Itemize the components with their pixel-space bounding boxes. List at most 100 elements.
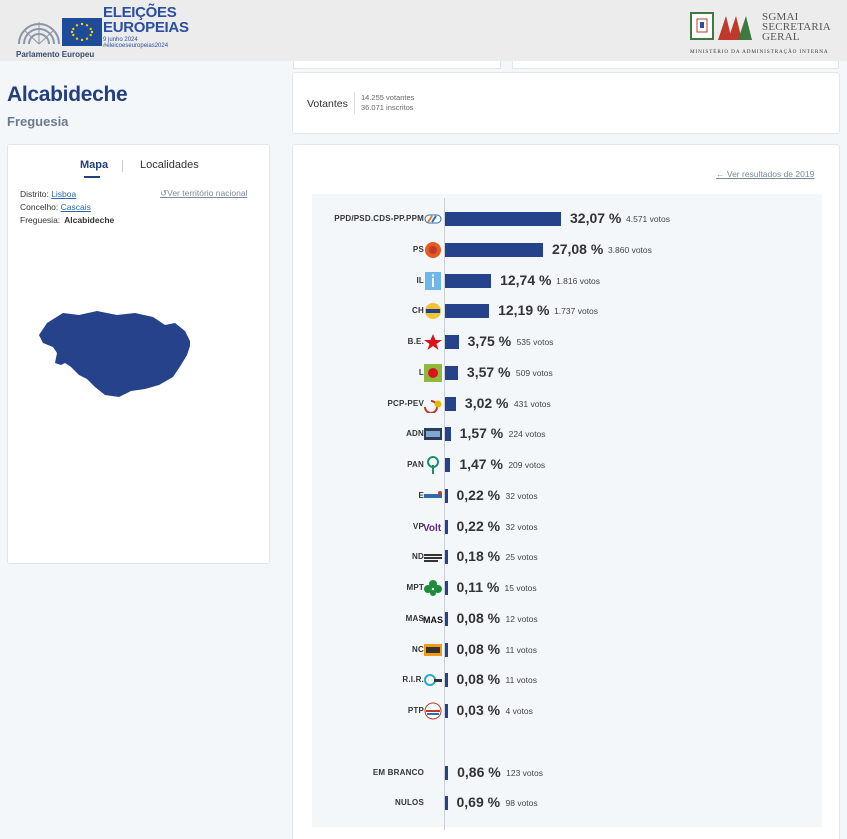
party-row[interactable]: MAS MAS 0,08 % 12 votos	[312, 609, 822, 629]
district-link[interactable]: Lisboa	[51, 189, 76, 199]
result-percentage: 0,86 %	[457, 764, 501, 780]
page-subtitle: Freguesia	[7, 114, 69, 129]
national-territory-label: Ver território nacional	[167, 188, 248, 198]
result-percentage: 0,08 %	[456, 671, 501, 688]
result-bar	[445, 642, 448, 657]
results-card: ← Ver resultados de 2019 PPD/PSD.CDS-PP.…	[292, 144, 840, 839]
elections-title: ELEIÇÕES EUROPEIAS	[103, 4, 189, 36]
hemicycle-icon	[18, 22, 60, 45]
party-name: ADN	[406, 429, 424, 439]
result-votes: 15 votos	[504, 583, 537, 593]
top-card-stub	[293, 61, 501, 69]
tab-map[interactable]: Mapa	[80, 159, 108, 171]
party-row[interactable]: L 3,57 % 509 votos	[312, 363, 822, 383]
voters-separator	[354, 92, 355, 114]
result-votes: 3.860 votos	[607, 244, 652, 255]
result-bar	[445, 242, 543, 257]
result-bar	[445, 519, 448, 534]
european-parliament-logo: Parlamento Europeu	[12, 4, 102, 60]
result-percentage: 0,11 %	[456, 579, 500, 595]
result-bar	[445, 611, 448, 626]
party-name: PTP	[407, 706, 424, 715]
result-votes: 1.737 votos	[554, 306, 599, 317]
null-votes-row[interactable]: NULOS 0,69 % 98 votos	[312, 793, 822, 813]
parish-map[interactable]	[35, 305, 190, 400]
be-logo	[423, 333, 443, 351]
ptp-logo	[423, 702, 443, 720]
party-name: B.E.	[407, 337, 424, 346]
result-percentage: 0,03 %	[456, 702, 501, 718]
party-row[interactable]: R.I.R. 0,08 % 11 votos	[312, 670, 822, 690]
elections-hashtag: #eleicoeseuropeias2024	[103, 43, 169, 49]
page-title: Alcabideche	[7, 83, 128, 106]
party-row[interactable]: ND 0,18 % 25 votos	[312, 547, 822, 567]
result-votes: 11 votos	[505, 675, 538, 686]
party-row[interactable]: PAN 1,47 % 209 votos	[312, 455, 822, 475]
result-votes: 431 votos	[513, 398, 551, 409]
result-percentage: 1,47 %	[459, 456, 503, 472]
result-votes: 224 votos	[508, 429, 546, 440]
party-row[interactable]: VP Volt 0,22 % 32 votos	[312, 517, 822, 537]
svg-text:Volt: Volt	[423, 523, 442, 534]
party-row[interactable]: E 0,22 % 32 votos	[312, 486, 822, 506]
parish-label: Freguesia:	[20, 215, 61, 225]
party-row[interactable]: ADN 1,57 % 224 votos	[312, 424, 822, 444]
result-bar	[445, 673, 448, 688]
result-bar	[445, 273, 492, 288]
sgmai-text: SGMAI SECRETARIA GERAL	[762, 12, 831, 43]
result-percentage: 0,69 %	[456, 794, 501, 810]
result-bar	[445, 396, 456, 411]
ministry-label: MINISTÉRIO DA ADMINISTRAÇÃO INTERNA	[690, 49, 829, 55]
results-2019-label: Ver resultados de 2019	[726, 169, 815, 179]
voters-label: Votantes	[307, 98, 348, 110]
result-bar	[445, 704, 448, 718]
result-votes: 509 votos	[515, 367, 553, 378]
result-bar	[445, 581, 448, 595]
party-row[interactable]: MPT 0,11 % 15 votos	[312, 578, 822, 598]
party-row[interactable]: B.E. 3,75 % 535 votos	[312, 332, 822, 352]
party-row[interactable]: PS 27,08 % 3.860 votos	[312, 240, 822, 260]
party-row[interactable]: PTP 0,03 % 4 votos	[312, 701, 822, 721]
result-bar	[445, 365, 458, 380]
result-percentage: 12,19 %	[498, 302, 550, 319]
blank-votes-name: EM BRANCO	[372, 768, 424, 777]
portugal-crest-icon	[690, 12, 714, 40]
pan-logo	[423, 456, 443, 474]
county-label: Concelho:	[20, 202, 59, 212]
county-row: Concelho: Cascais	[20, 201, 114, 214]
result-votes: 1.816 votos	[556, 275, 601, 286]
party-row[interactable]: NC 0,08 % 11 votos	[312, 640, 822, 660]
party-row[interactable]: PCP-PEV 3,02 % 431 votos	[312, 394, 822, 414]
party-row[interactable]: IL 12,74 % 1.816 votos	[312, 271, 822, 291]
result-bar	[445, 427, 451, 442]
tab-localities[interactable]: Localidades	[140, 159, 199, 171]
result-votes: 535 votos	[516, 337, 554, 347]
result-bar	[445, 488, 448, 503]
nc-logo	[423, 641, 443, 659]
il-logo	[423, 271, 443, 290]
party-row[interactable]: CH 12,19 % 1.737 votos	[312, 301, 822, 321]
sgmai-mark-icon	[718, 16, 752, 40]
results-2019-link[interactable]: ← Ver resultados de 2019	[716, 169, 814, 179]
null-votes-name: NULOS	[395, 798, 424, 807]
result-votes: 123 votos	[506, 768, 543, 778]
livre-logo	[423, 363, 443, 382]
county-link[interactable]: Cascais	[61, 202, 91, 212]
result-percentage: 3,75 %	[467, 333, 512, 349]
result-percentage: 27,08 %	[551, 240, 604, 257]
top-card-stub	[512, 61, 839, 69]
mpt-logo	[423, 579, 443, 597]
party-row[interactable]: PPD/PSD.CDS-PP.PPM 32,07 % 4.571 votos	[312, 209, 822, 229]
elections-logo: ELEIÇÕES EUROPEIAS 9 junho 2024 #eleicoe…	[103, 4, 189, 49]
parish-row: Freguesia: Alcabideche	[20, 214, 114, 227]
national-territory-link[interactable]: ↺Ver território nacional	[160, 188, 247, 199]
registered-count: 36.071 inscritos	[361, 103, 414, 112]
result-bar	[445, 304, 490, 319]
sgmai-line3: GERAL	[762, 31, 800, 43]
blank-votes-row[interactable]: EM BRANCO 0,86 % 123 votos	[312, 763, 822, 783]
ad-logo	[423, 210, 443, 228]
district-row: Distrito: Lisboa	[20, 188, 114, 201]
result-bar	[445, 458, 451, 472]
cdu-logo	[423, 395, 443, 414]
result-bar	[445, 212, 561, 226]
